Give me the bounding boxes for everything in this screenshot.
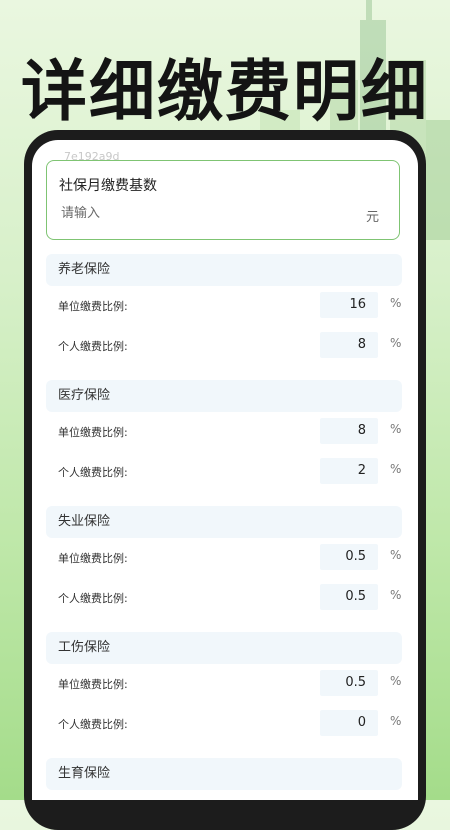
section-title: 养老保险 [46, 254, 402, 286]
rate-input[interactable]: 2 [320, 458, 378, 484]
row-label: 单位缴费比例: [58, 426, 128, 439]
row-employer-rate: 单位缴费比例: 8 % [46, 412, 402, 452]
percent-unit: % [390, 462, 402, 476]
row-employer-rate: 单位缴费比例: 0.5 % [46, 664, 402, 704]
row-label: 个人缴费比例: [58, 340, 128, 353]
page-headline: 详细缴费明细 [21, 53, 429, 130]
rate-input[interactable]: 0 [320, 710, 378, 736]
base-amount-title: 社保月缴费基数 [59, 178, 157, 194]
row-label: 单位缴费比例: [58, 552, 128, 565]
row-employee-rate: 个人缴费比例: 0.5 % [46, 578, 402, 618]
percent-unit: % [390, 336, 402, 350]
row-employer-rate: 单位缴费比例: 0.5 % [46, 538, 402, 578]
percent-unit: % [390, 548, 402, 562]
base-amount-input[interactable] [59, 205, 343, 222]
row-label: 个人缴费比例: [58, 466, 128, 479]
percent-unit: % [390, 296, 402, 310]
section-title: 医疗保险 [46, 380, 402, 412]
row-employee-rate: 个人缴费比例: 0 % [46, 704, 402, 744]
row-label: 单位缴费比例: [58, 678, 128, 691]
rate-input[interactable]: 8 [320, 332, 378, 358]
percent-unit: % [390, 588, 402, 602]
section-pension: 养老保险 单位缴费比例: 16 % 个人缴费比例: 8 % [46, 254, 402, 366]
rate-input[interactable]: 0.5 [320, 544, 378, 570]
base-amount-card: 社保月缴费基数 元 [46, 160, 400, 240]
phone-screen: 7e192a9d 社保月缴费基数 元 养老保险 单位缴费比例: 16 % 个人缴… [32, 140, 418, 800]
section-unemployment: 失业保险 单位缴费比例: 0.5 % 个人缴费比例: 0.5 % [46, 506, 402, 618]
section-title: 失业保险 [46, 506, 402, 538]
percent-unit: % [390, 714, 402, 728]
section-title: 工伤保险 [46, 632, 402, 664]
section-maternity: 生育保险 [46, 758, 402, 790]
row-employee-rate: 个人缴费比例: 8 % [46, 326, 402, 366]
section-title: 生育保险 [46, 758, 402, 790]
rate-input[interactable]: 16 [320, 292, 378, 318]
rate-input[interactable]: 8 [320, 418, 378, 444]
base-amount-unit: 元 [365, 210, 379, 225]
row-label: 单位缴费比例: [58, 300, 128, 313]
row-label: 个人缴费比例: [58, 718, 128, 731]
row-employee-rate: 个人缴费比例: 2 % [46, 452, 402, 492]
row-label: 个人缴费比例: [58, 592, 128, 605]
row-employer-rate: 单位缴费比例: 16 % [46, 286, 402, 326]
section-work-injury: 工伤保险 单位缴费比例: 0.5 % 个人缴费比例: 0 % [46, 632, 402, 744]
rate-input[interactable]: 0.5 [320, 670, 378, 696]
rate-input[interactable]: 0.5 [320, 584, 378, 610]
percent-unit: % [390, 674, 402, 688]
percent-unit: % [390, 422, 402, 436]
section-medical: 医疗保险 单位缴费比例: 8 % 个人缴费比例: 2 % [46, 380, 402, 492]
